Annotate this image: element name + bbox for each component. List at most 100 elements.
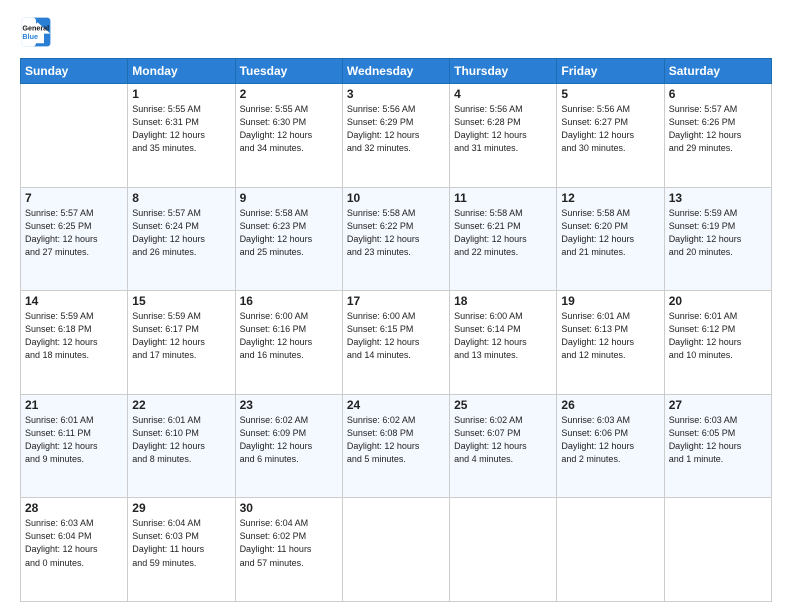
day-number: 5 <box>561 87 659 101</box>
day-number: 25 <box>454 398 552 412</box>
day-info: Sunrise: 5:58 AM Sunset: 6:20 PM Dayligh… <box>561 207 659 259</box>
day-info: Sunrise: 5:56 AM Sunset: 6:28 PM Dayligh… <box>454 103 552 155</box>
day-info: Sunrise: 5:55 AM Sunset: 6:30 PM Dayligh… <box>240 103 338 155</box>
calendar-cell: 2Sunrise: 5:55 AM Sunset: 6:30 PM Daylig… <box>235 84 342 188</box>
calendar-cell: 6Sunrise: 5:57 AM Sunset: 6:26 PM Daylig… <box>664 84 771 188</box>
calendar-cell: 15 Sunrise: 5:59 AM Sunset: 6:17 PM Dayli… <box>128 291 235 395</box>
week-row-4: 21 Sunrise: 6:01 AM Sunset: 6:11 PM Dayli… <box>21 394 772 498</box>
calendar-cell: 23Sunrise: 6:02 AM Sunset: 6:09 PM Dayli… <box>235 394 342 498</box>
page: General Blue SundayMondayTuesdayWednesda… <box>0 0 792 612</box>
calendar-cell: 24 Sunrise: 6:02 AM Sunset: 6:08 PM Dayli… <box>342 394 449 498</box>
day-number: 30 <box>240 501 338 515</box>
calendar-cell: 1Sunrise: 5:55 AM Sunset: 6:31 PM Daylig… <box>128 84 235 188</box>
logo-icon: General Blue <box>20 16 52 48</box>
calendar-cell: 10Sunrise: 5:58 AM Sunset: 6:22 PM Dayli… <box>342 187 449 291</box>
day-info: Sunrise: 5:58 AM Sunset: 6:23 PM Dayligh… <box>240 207 338 259</box>
weekday-header-sunday: Sunday <box>21 59 128 84</box>
calendar-table: SundayMondayTuesdayWednesdayThursdayFrid… <box>20 58 772 602</box>
calendar-cell: 12 Sunrise: 5:58 AM Sunset: 6:20 PM Dayli… <box>557 187 664 291</box>
calendar-cell: 27 Sunrise: 6:03 AM Sunset: 6:05 PM Dayli… <box>664 394 771 498</box>
logo: General Blue <box>20 16 52 48</box>
day-info: Sunrise: 5:55 AM Sunset: 6:31 PM Dayligh… <box>132 103 230 155</box>
weekday-header-thursday: Thursday <box>450 59 557 84</box>
week-row-3: 14 Sunrise: 5:59 AM Sunset: 6:18 PM Dayli… <box>21 291 772 395</box>
calendar-cell <box>21 84 128 188</box>
calendar-cell: 26 Sunrise: 6:03 AM Sunset: 6:06 PM Dayli… <box>557 394 664 498</box>
day-info: Sunrise: 5:57 AM Sunset: 6:24 PM Dayligh… <box>132 207 230 259</box>
day-number: 22 <box>132 398 230 412</box>
day-number: 27 <box>669 398 767 412</box>
week-row-2: 7Sunrise: 5:57 AM Sunset: 6:25 PM Daylig… <box>21 187 772 291</box>
calendar-cell: 21 Sunrise: 6:01 AM Sunset: 6:11 PM Dayli… <box>21 394 128 498</box>
day-info: Sunrise: 6:02 AM Sunset: 6:07 PM Dayligh… <box>454 414 552 466</box>
calendar-cell: 22 Sunrise: 6:01 AM Sunset: 6:10 PM Dayli… <box>128 394 235 498</box>
week-row-5: 28 Sunrise: 6:03 AM Sunset: 6:04 PM Dayli… <box>21 498 772 602</box>
calendar-cell <box>557 498 664 602</box>
calendar-cell: 19Sunrise: 6:01 AM Sunset: 6:13 PM Dayli… <box>557 291 664 395</box>
calendar-cell: 28 Sunrise: 6:03 AM Sunset: 6:04 PM Dayli… <box>21 498 128 602</box>
calendar-cell: 13 Sunrise: 5:59 AM Sunset: 6:19 PM Dayli… <box>664 187 771 291</box>
day-info: Sunrise: 5:59 AM Sunset: 6:19 PM Dayligh… <box>669 207 767 259</box>
day-number: 20 <box>669 294 767 308</box>
calendar-cell: 18Sunrise: 6:00 AM Sunset: 6:14 PM Dayli… <box>450 291 557 395</box>
day-info: Sunrise: 6:01 AM Sunset: 6:13 PM Dayligh… <box>561 310 659 362</box>
day-number: 9 <box>240 191 338 205</box>
day-info: Sunrise: 6:00 AM Sunset: 6:15 PM Dayligh… <box>347 310 445 362</box>
day-number: 26 <box>561 398 659 412</box>
day-number: 28 <box>25 501 123 515</box>
weekday-header-row: SundayMondayTuesdayWednesdayThursdayFrid… <box>21 59 772 84</box>
calendar-cell: 4 Sunrise: 5:56 AM Sunset: 6:28 PM Daylig… <box>450 84 557 188</box>
weekday-header-saturday: Saturday <box>664 59 771 84</box>
calendar-cell: 7Sunrise: 5:57 AM Sunset: 6:25 PM Daylig… <box>21 187 128 291</box>
calendar-cell: 3 Sunrise: 5:56 AM Sunset: 6:29 PM Daylig… <box>342 84 449 188</box>
day-number: 17 <box>347 294 445 308</box>
day-number: 8 <box>132 191 230 205</box>
calendar-cell <box>450 498 557 602</box>
day-info: Sunrise: 6:00 AM Sunset: 6:16 PM Dayligh… <box>240 310 338 362</box>
day-info: Sunrise: 5:58 AM Sunset: 6:21 PM Dayligh… <box>454 207 552 259</box>
day-info: Sunrise: 6:01 AM Sunset: 6:12 PM Dayligh… <box>669 310 767 362</box>
day-number: 14 <box>25 294 123 308</box>
svg-text:Blue: Blue <box>22 32 38 41</box>
weekday-header-friday: Friday <box>557 59 664 84</box>
calendar-cell: 5Sunrise: 5:56 AM Sunset: 6:27 PM Daylig… <box>557 84 664 188</box>
calendar-cell: 17 Sunrise: 6:00 AM Sunset: 6:15 PM Dayli… <box>342 291 449 395</box>
day-info: Sunrise: 5:57 AM Sunset: 6:26 PM Dayligh… <box>669 103 767 155</box>
header: General Blue <box>20 16 772 48</box>
calendar-cell: 25 Sunrise: 6:02 AM Sunset: 6:07 PM Dayli… <box>450 394 557 498</box>
day-number: 13 <box>669 191 767 205</box>
calendar-cell: 20 Sunrise: 6:01 AM Sunset: 6:12 PM Dayli… <box>664 291 771 395</box>
calendar-cell: 30 Sunrise: 6:04 AM Sunset: 6:02 PM Dayli… <box>235 498 342 602</box>
day-info: Sunrise: 5:59 AM Sunset: 6:17 PM Dayligh… <box>132 310 230 362</box>
weekday-header-monday: Monday <box>128 59 235 84</box>
day-number: 24 <box>347 398 445 412</box>
day-number: 12 <box>561 191 659 205</box>
day-info: Sunrise: 6:04 AM Sunset: 6:02 PM Dayligh… <box>240 517 338 569</box>
day-number: 3 <box>347 87 445 101</box>
day-number: 11 <box>454 191 552 205</box>
calendar-cell: 16 Sunrise: 6:00 AM Sunset: 6:16 PM Dayli… <box>235 291 342 395</box>
day-number: 15 <box>132 294 230 308</box>
day-info: Sunrise: 6:04 AM Sunset: 6:03 PM Dayligh… <box>132 517 230 569</box>
day-info: Sunrise: 6:03 AM Sunset: 6:05 PM Dayligh… <box>669 414 767 466</box>
calendar-cell: 14 Sunrise: 5:59 AM Sunset: 6:18 PM Dayli… <box>21 291 128 395</box>
day-info: Sunrise: 6:02 AM Sunset: 6:09 PM Dayligh… <box>240 414 338 466</box>
day-info: Sunrise: 5:59 AM Sunset: 6:18 PM Dayligh… <box>25 310 123 362</box>
day-info: Sunrise: 6:03 AM Sunset: 6:06 PM Dayligh… <box>561 414 659 466</box>
day-info: Sunrise: 5:57 AM Sunset: 6:25 PM Dayligh… <box>25 207 123 259</box>
svg-text:General: General <box>22 23 49 32</box>
day-info: Sunrise: 5:56 AM Sunset: 6:29 PM Dayligh… <box>347 103 445 155</box>
day-info: Sunrise: 6:01 AM Sunset: 6:10 PM Dayligh… <box>132 414 230 466</box>
day-info: Sunrise: 6:01 AM Sunset: 6:11 PM Dayligh… <box>25 414 123 466</box>
weekday-header-tuesday: Tuesday <box>235 59 342 84</box>
day-number: 16 <box>240 294 338 308</box>
day-info: Sunrise: 5:58 AM Sunset: 6:22 PM Dayligh… <box>347 207 445 259</box>
day-info: Sunrise: 6:02 AM Sunset: 6:08 PM Dayligh… <box>347 414 445 466</box>
weekday-header-wednesday: Wednesday <box>342 59 449 84</box>
day-info: Sunrise: 6:03 AM Sunset: 6:04 PM Dayligh… <box>25 517 123 569</box>
day-number: 4 <box>454 87 552 101</box>
day-number: 21 <box>25 398 123 412</box>
calendar-cell: 8 Sunrise: 5:57 AM Sunset: 6:24 PM Daylig… <box>128 187 235 291</box>
week-row-1: 1Sunrise: 5:55 AM Sunset: 6:31 PM Daylig… <box>21 84 772 188</box>
calendar-cell <box>664 498 771 602</box>
